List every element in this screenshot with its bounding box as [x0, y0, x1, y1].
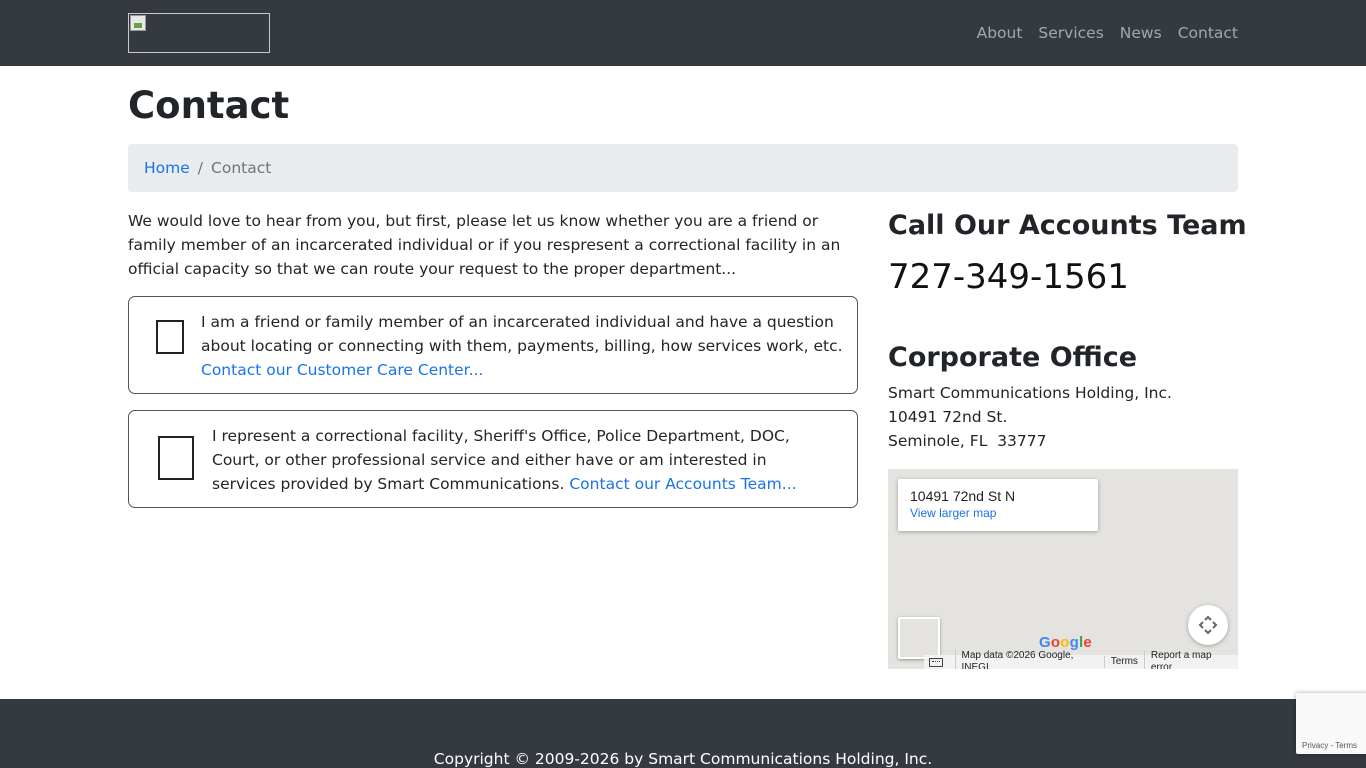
keyboard-icon[interactable] [929, 657, 943, 667]
map-address: 10491 72nd St N [910, 488, 1016, 504]
nav-item-services[interactable]: Services [1038, 22, 1103, 44]
map-type-toggle[interactable] [898, 617, 940, 659]
broken-image-icon [130, 15, 146, 31]
accounts-phone-number: 727-349-1561 [888, 257, 1129, 297]
google-map-embed[interactable]: 10491 72nd St N View larger map Google M… [888, 469, 1238, 669]
nav-item-about[interactable]: About [977, 22, 1023, 44]
recaptcha-privacy-link[interactable]: Privacy [1302, 741, 1328, 750]
nav-item-news[interactable]: News [1120, 22, 1162, 44]
address-street: 10491 72nd St. [888, 408, 1008, 426]
address-company: Smart Communications Holding, Inc. [888, 384, 1172, 402]
footer-copyright: Copyright © 2009-2026 by Smart Communica… [433, 750, 933, 768]
site-logo[interactable] [128, 13, 270, 53]
address-city: Seminole, FL 33777 [888, 432, 1047, 450]
nav-item-contact[interactable]: Contact [1178, 22, 1238, 44]
google-logo: Google [1039, 634, 1092, 651]
facility-checkbox[interactable] [158, 436, 194, 480]
map-attribution-bar: Map data ©2026 Google, INEGI Terms Repor… [924, 650, 1238, 669]
recaptcha-terms-link[interactable]: Terms [1335, 741, 1357, 750]
accounts-team-link[interactable]: Contact our Accounts Team... [569, 475, 796, 493]
friend-family-checkbox[interactable] [156, 320, 184, 354]
facility-option-text: I represent a correctional facility, She… [212, 424, 832, 496]
corporate-office-heading: Corporate Office [888, 342, 1138, 373]
view-larger-map-link[interactable]: View larger map [910, 505, 1086, 521]
friend-family-option-card[interactable]: I am a friend or family member of an inc… [128, 296, 858, 394]
map-info-card: 10491 72nd St N View larger map [898, 479, 1098, 531]
breadcrumb-separator: / [197, 159, 204, 177]
corporate-address: Smart Communications Holding, Inc. 10491… [888, 381, 1172, 453]
report-map-error-link[interactable]: Report a map error [1143, 650, 1238, 669]
breadcrumb-current: Contact [211, 159, 272, 177]
facility-option-card[interactable]: I represent a correctional facility, She… [128, 410, 858, 508]
page-title: Contact [128, 84, 290, 127]
breadcrumb-home-link[interactable]: Home [144, 159, 190, 177]
accounts-heading: Call Our Accounts Team [888, 210, 1247, 241]
friend-family-description: I am a friend or family member of an inc… [201, 313, 843, 355]
move-arrows-icon [1198, 615, 1218, 635]
breadcrumb: Home / Contact [128, 144, 1238, 192]
map-terms-link[interactable]: Terms [1103, 656, 1144, 668]
recaptcha-links: Privacy - Terms [1302, 741, 1357, 750]
main-nav: About Services News Contact [977, 22, 1238, 44]
customer-care-link[interactable]: Contact our Customer Care Center... [201, 361, 483, 379]
intro-text: We would love to hear from you, but firs… [128, 212, 841, 278]
map-camera-control-button[interactable] [1188, 605, 1228, 645]
navbar: About Services News Contact [0, 0, 1366, 66]
recaptcha-separator: - [1330, 741, 1334, 750]
footer: Copyright © 2009-2026 by Smart Communica… [0, 699, 1366, 768]
friend-family-option-text: I am a friend or family member of an inc… [201, 310, 846, 382]
map-data-credit: Map data ©2026 Google, INEGI [954, 650, 1104, 669]
recaptcha-badge[interactable]: Privacy - Terms [1296, 693, 1366, 754]
